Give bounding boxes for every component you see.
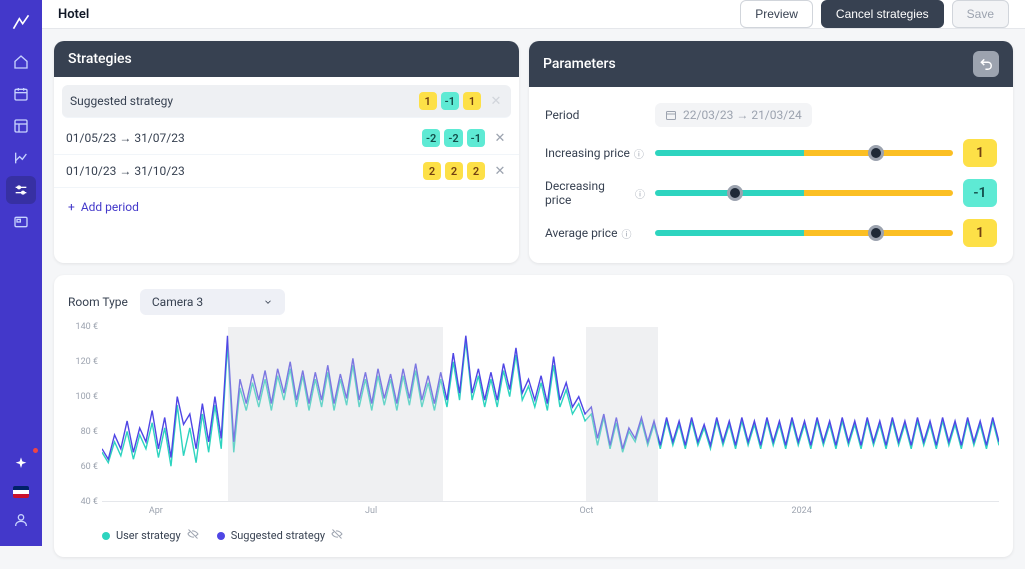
close-icon[interactable]: ✕ (493, 131, 507, 146)
strategy-badge: -1 (467, 129, 485, 147)
help-icon[interactable]: ⓘ (634, 146, 644, 161)
strategy-label: 01/05/23 → 31/07/23 (66, 131, 422, 145)
nav-user-icon[interactable] (6, 506, 36, 534)
parameter-value: -1 (963, 179, 997, 207)
close-icon[interactable]: ✕ (493, 164, 507, 179)
page-title: Hotel (58, 7, 89, 22)
undo-button[interactable] (973, 51, 999, 77)
chart-plot (102, 327, 999, 502)
period-input[interactable]: 22/03/23 → 21/03/24 (655, 103, 812, 127)
chevron-down-icon (263, 297, 273, 307)
parameter-value: 1 (963, 139, 997, 167)
topbar: Hotel Preview Cancel strategies Save (42, 0, 1025, 29)
parameter-label: Increasing priceⓘ (545, 146, 645, 161)
strategy-badge: 1 (419, 92, 437, 110)
legend-label: Suggested strategy (231, 529, 325, 542)
legend-label: User strategy (116, 529, 181, 542)
visibility-toggle-icon[interactable] (187, 528, 199, 543)
nav-gallery[interactable] (6, 208, 36, 236)
help-icon[interactable]: ⓘ (635, 186, 645, 201)
strategy-label: 01/10/23 → 31/10/23 (66, 164, 423, 178)
close-icon: ✕ (489, 94, 503, 109)
room-type-label: Room Type (68, 295, 128, 309)
parameter-value: 1 (963, 219, 997, 247)
visibility-toggle-icon[interactable] (331, 528, 343, 543)
nav-calendar[interactable] (6, 80, 36, 108)
parameters-panel: Parameters Period 22/03/23 → 21/03/24 (529, 41, 1013, 263)
preview-button[interactable]: Preview (740, 0, 813, 28)
cancel-strategies-button[interactable]: Cancel strategies (821, 0, 944, 28)
room-type-select[interactable]: Camera 3 (140, 289, 285, 315)
parameter-row: Average priceⓘ 1 (545, 213, 997, 253)
add-period-button[interactable]: + Add period (54, 192, 519, 222)
parameter-label: Decreasing priceⓘ (545, 179, 645, 207)
slider-thumb[interactable] (868, 145, 884, 161)
help-icon[interactable]: ⓘ (621, 226, 631, 241)
strategy-badge: -1 (441, 92, 459, 110)
slider-thumb[interactable] (727, 185, 743, 201)
nav-home[interactable] (6, 48, 36, 76)
nav-settings[interactable] (6, 176, 36, 204)
slider-thumb[interactable] (868, 225, 884, 241)
legend-dot (102, 532, 110, 540)
x-axis: AprJulOct2024 (102, 506, 999, 522)
strategies-panel: Strategies Suggested strategy1-11✕01/05/… (54, 41, 519, 263)
slider[interactable] (655, 150, 953, 156)
slider[interactable] (655, 230, 953, 236)
parameter-row: Decreasing priceⓘ -1 (545, 173, 997, 213)
legend-item[interactable]: User strategy (102, 528, 199, 543)
save-button: Save (952, 0, 1009, 28)
parameters-title: Parameters (543, 56, 616, 72)
nav-ai-icon[interactable] (6, 450, 36, 478)
legend-item[interactable]: Suggested strategy (217, 528, 343, 543)
sidebar (0, 0, 42, 546)
strategy-badge: 1 (463, 92, 481, 110)
parameter-label: Average priceⓘ (545, 226, 645, 241)
y-axis: 40 €60 €80 €100 €120 €140 € (68, 327, 102, 502)
strategy-badge: -2 (422, 129, 440, 147)
strategy-row[interactable]: Suggested strategy1-11✕ (62, 85, 511, 118)
strategy-badge: 2 (445, 162, 463, 180)
chart-panel: Room Type Camera 3 40 €60 €80 €100 €120 … (54, 275, 1013, 557)
plus-icon: + (68, 200, 75, 214)
language-flag-uk[interactable] (13, 486, 29, 498)
strategy-label: Suggested strategy (70, 94, 419, 108)
strategy-badge: 2 (423, 162, 441, 180)
period-label: Period (545, 108, 645, 122)
logo-icon (11, 12, 31, 36)
strategy-badge: -2 (444, 129, 462, 147)
legend-dot (217, 532, 225, 540)
slider[interactable] (655, 190, 953, 196)
strategies-title: Strategies (54, 41, 519, 77)
strategy-row[interactable]: 01/10/23 → 31/10/23222✕ (54, 155, 519, 188)
strategy-badge: 2 (467, 162, 485, 180)
parameter-row: Increasing priceⓘ 1 (545, 133, 997, 173)
nav-analytics[interactable] (6, 144, 36, 172)
nav-layout[interactable] (6, 112, 36, 140)
calendar-icon (665, 109, 677, 121)
strategy-row[interactable]: 01/05/23 → 31/07/23-2-2-1✕ (54, 122, 519, 155)
